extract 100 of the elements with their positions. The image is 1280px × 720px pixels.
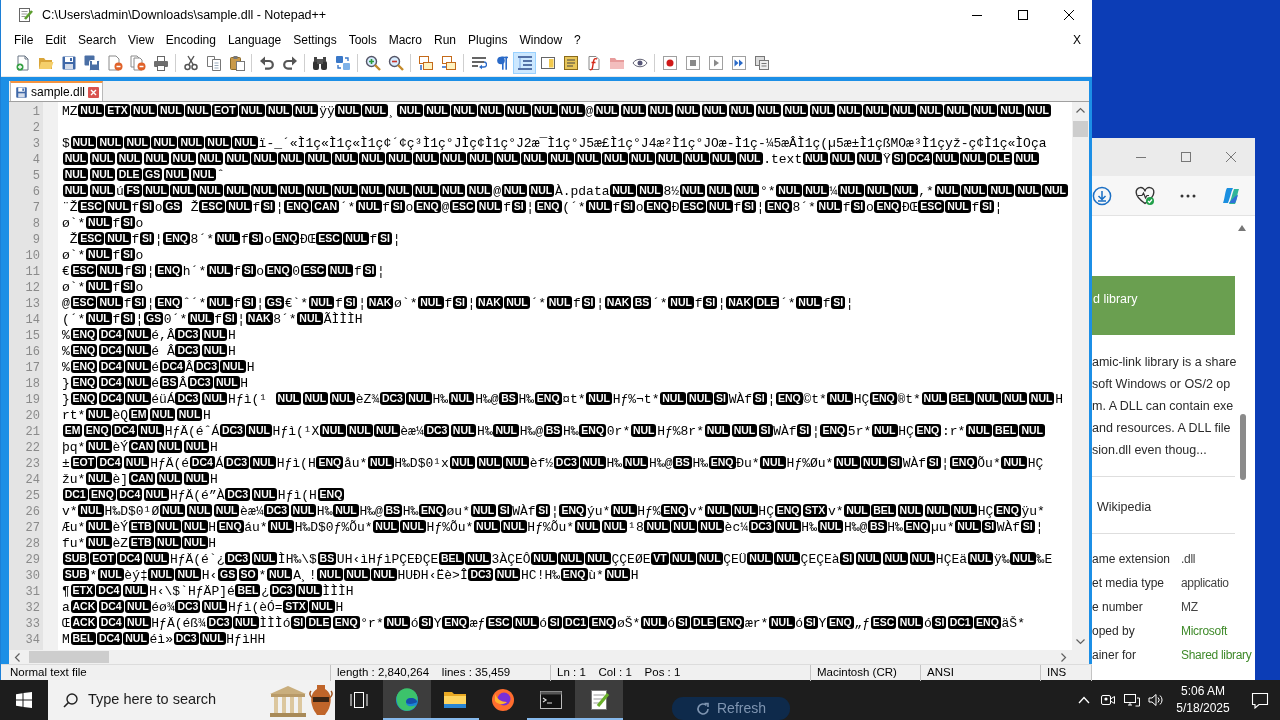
scroll-up-icon[interactable] <box>1238 225 1246 231</box>
indent-guide-button[interactable] <box>513 52 536 74</box>
code-text: f <box>123 264 132 279</box>
close-all-icon[interactable] <box>129 55 146 71</box>
redo-icon[interactable] <box>281 55 298 71</box>
start-icon[interactable] <box>16 692 32 708</box>
control-character: NUL <box>687 392 713 405</box>
menu-item[interactable]: Tools <box>342 32 383 48</box>
play-multiple-icon[interactable] <box>730 55 747 71</box>
refresh-button[interactable]: Refresh <box>672 697 790 720</box>
heart-pulse-icon[interactable] <box>1135 185 1155 206</box>
save-all-icon[interactable] <box>83 55 100 71</box>
network-icon[interactable] <box>1124 692 1140 708</box>
menu-item[interactable]: ? <box>568 32 587 48</box>
infobox-link[interactable]: Microsoft <box>1181 623 1227 639</box>
control-character: SI <box>511 200 526 213</box>
sync-horizontal-icon[interactable] <box>440 55 457 71</box>
control-character: BEL <box>438 552 464 565</box>
code-text: ÃÌÌÌH <box>323 312 363 327</box>
taskbar-button[interactable] <box>383 680 431 720</box>
control-character: NUL <box>558 552 584 565</box>
scrollbar-thumb[interactable] <box>29 651 109 663</box>
menu-item[interactable]: Language <box>221 32 288 48</box>
scrollbar-thumb[interactable] <box>1240 414 1246 480</box>
control-character: SI <box>979 200 994 213</box>
script-page-icon[interactable] <box>585 55 602 71</box>
copy-icon[interactable] <box>205 55 222 71</box>
close-icon[interactable] <box>1064 10 1074 20</box>
file-tab[interactable]: sample.dll <box>10 81 104 101</box>
code-text: ¦ <box>845 296 854 311</box>
document-map-icon[interactable] <box>539 55 556 71</box>
code-text: ÌÌÌó <box>259 616 291 631</box>
menu-item[interactable]: Window <box>513 32 569 48</box>
function-list-icon[interactable] <box>562 55 579 71</box>
code-text: } <box>62 392 70 407</box>
close-file-icon[interactable] <box>106 55 123 71</box>
scissors-icon[interactable] <box>182 55 199 71</box>
notification-icon[interactable] <box>1251 691 1269 709</box>
zoom-out-icon[interactable] <box>387 55 404 71</box>
control-character: NUL <box>706 184 733 197</box>
close-document-button[interactable]: X <box>1067 32 1087 48</box>
assistant-icon[interactable] <box>1221 185 1241 206</box>
menu-item[interactable]: Run <box>428 32 463 48</box>
menu-item[interactable]: Edit <box>39 32 73 48</box>
zoom-in-icon[interactable] <box>364 55 381 71</box>
scroll-up-icon[interactable] <box>1076 107 1085 113</box>
play-icon[interactable] <box>707 55 724 71</box>
paste-icon[interactable] <box>228 55 245 71</box>
menu-item[interactable]: Search <box>72 32 123 48</box>
meeting-icon[interactable] <box>1100 692 1116 708</box>
code-text: o <box>135 216 144 231</box>
control-character: NUL <box>630 424 657 437</box>
new-file-icon[interactable] <box>14 55 31 71</box>
task-view-icon[interactable] <box>350 692 368 708</box>
sync-vertical-icon[interactable] <box>417 55 434 71</box>
search-field[interactable]: Type here to search <box>88 691 238 709</box>
save-macro-icon[interactable] <box>753 55 770 71</box>
control-character: NUL <box>386 152 412 165</box>
menu-item[interactable]: Macro <box>382 32 428 48</box>
clock-time[interactable]: 5:06 AM <box>1172 683 1234 700</box>
code-text: ¦ <box>237 312 246 327</box>
horizontal-scrollbar[interactable] <box>9 650 1089 664</box>
maximize-icon[interactable] <box>1018 10 1028 20</box>
control-character: NUL <box>637 184 663 197</box>
code-text: H‰ <box>801 520 817 535</box>
undo-icon[interactable] <box>258 55 275 71</box>
control-character: NUL <box>697 552 723 565</box>
control-character: SI <box>362 264 377 277</box>
scroll-left-icon[interactable] <box>14 653 20 662</box>
replace-icon[interactable] <box>334 55 351 71</box>
control-character: ENQ <box>70 344 98 357</box>
print-icon[interactable] <box>152 55 169 71</box>
menu-item[interactable]: Plugins <box>462 32 514 48</box>
download-icon[interactable] <box>1092 185 1112 206</box>
control-character: NUL <box>183 472 210 485</box>
code-text: è] <box>112 472 128 487</box>
menu-item[interactable]: Encoding <box>159 32 222 48</box>
menu-item[interactable]: Settings <box>287 32 343 48</box>
volume-icon[interactable] <box>1148 692 1164 708</box>
line-number: 3 <box>31 136 41 152</box>
control-character: GS <box>143 168 163 181</box>
scrollbar-thumb[interactable] <box>1073 121 1088 137</box>
control-character: NUL <box>951 504 978 517</box>
menu-item[interactable]: File <box>8 32 40 48</box>
menu-item[interactable]: View <box>122 32 160 48</box>
control-character: ESC <box>449 200 476 213</box>
chevron-up-icon[interactable] <box>1078 696 1090 704</box>
record-icon[interactable] <box>661 55 678 71</box>
source-link[interactable]: Wikipedia <box>1092 496 1255 518</box>
control-character: NUL <box>266 568 293 581</box>
taskbar-button[interactable] <box>575 680 623 720</box>
scroll-down-icon[interactable] <box>1076 639 1085 645</box>
save-icon[interactable] <box>60 55 77 71</box>
infobox-link[interactable]: Shared library <box>1181 647 1252 663</box>
control-character: NUL <box>967 552 994 565</box>
clock-date[interactable]: 5/18/2025 <box>1172 700 1234 717</box>
binoculars-icon[interactable] <box>311 55 328 71</box>
stop-icon[interactable] <box>684 55 701 71</box>
scroll-right-icon[interactable] <box>1061 653 1067 662</box>
vertical-scrollbar[interactable] <box>1072 102 1089 650</box>
